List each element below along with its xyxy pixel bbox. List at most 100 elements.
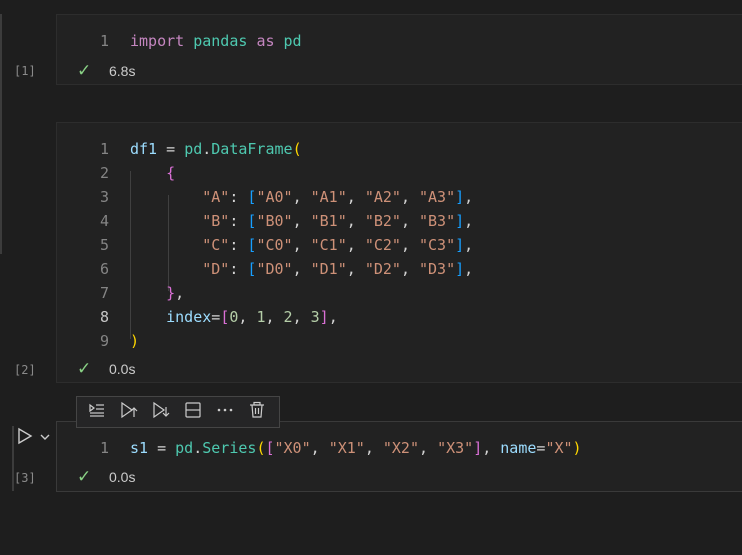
run-above-icon bbox=[120, 401, 138, 423]
code-line[interactable]: 3 "A": ["A0", "A1", "A2", "A3"], bbox=[57, 185, 742, 209]
code-token: 3 bbox=[310, 308, 320, 326]
code-token: 2 bbox=[283, 308, 293, 326]
code-line[interactable]: 4 "B": ["B0", "B1", "B2", "B3"], bbox=[57, 209, 742, 233]
code-token: : bbox=[229, 212, 248, 230]
execution-count: [3] bbox=[14, 471, 36, 485]
code-token: [ bbox=[220, 308, 230, 326]
line-number: 5 bbox=[99, 236, 109, 254]
code-token: , bbox=[346, 188, 365, 206]
line-number: 7 bbox=[99, 284, 109, 302]
code-cell-3[interactable]: 1 s1 = pd.Series(["X0", "X1", "X2", "X3"]… bbox=[56, 421, 742, 492]
code-text: "B": ["B0", "B1", "B2", "B3"], bbox=[130, 209, 473, 233]
code-token: ) bbox=[572, 439, 582, 457]
code-token: , bbox=[400, 188, 419, 206]
run-cell-control[interactable] bbox=[16, 426, 56, 446]
code-token: ] bbox=[455, 188, 465, 206]
delete-cell-button[interactable] bbox=[243, 399, 271, 425]
code-token: "C3" bbox=[419, 236, 456, 254]
code-token: , bbox=[292, 236, 311, 254]
code-token: , bbox=[464, 188, 474, 206]
code-cell-1[interactable]: 1 import pandas as pd ✓ 6.8s bbox=[56, 14, 742, 85]
code-token: ) bbox=[130, 332, 140, 350]
code-token: "X0" bbox=[274, 439, 311, 457]
code-line[interactable]: 1 import pandas as pd bbox=[57, 29, 742, 53]
code-token: . bbox=[202, 140, 212, 158]
execution-time: 6.8s bbox=[109, 63, 136, 79]
run-below-button[interactable] bbox=[147, 399, 175, 425]
code-token: ] bbox=[455, 236, 465, 254]
code-token: pd bbox=[283, 32, 302, 50]
code-token: , bbox=[238, 308, 257, 326]
code-token: , bbox=[328, 308, 338, 326]
line-number: 2 bbox=[99, 164, 109, 182]
success-check-icon: ✓ bbox=[77, 467, 92, 487]
line-number: 6 bbox=[99, 260, 109, 278]
code-token: "D" bbox=[202, 260, 230, 278]
code-token: , bbox=[419, 439, 438, 457]
code-token: "C0" bbox=[256, 236, 293, 254]
code-token: , bbox=[292, 260, 311, 278]
code-line[interactable]: 9) bbox=[57, 329, 742, 353]
code-token: "X3" bbox=[437, 439, 474, 457]
code-text: df1 = pd.DataFrame( bbox=[130, 137, 302, 161]
code-token: "A3" bbox=[419, 188, 456, 206]
code-token: "A1" bbox=[310, 188, 347, 206]
code-token: "X2" bbox=[382, 439, 419, 457]
code-line[interactable]: 8 index=[0, 1, 2, 3], bbox=[57, 305, 742, 329]
execution-count: [1] bbox=[14, 64, 36, 78]
code-token: "X1" bbox=[328, 439, 365, 457]
code-token: "C" bbox=[202, 236, 230, 254]
line-number: 1 bbox=[99, 439, 109, 457]
code-token: ] bbox=[455, 212, 465, 230]
code-token: , bbox=[400, 236, 419, 254]
split-cell-button[interactable] bbox=[179, 399, 207, 425]
execute-above-button[interactable] bbox=[83, 399, 111, 425]
code-line[interactable]: 1 s1 = pd.Series(["X0", "X1", "X2", "X3"]… bbox=[57, 436, 742, 460]
code-text: index=[0, 1, 2, 3], bbox=[130, 305, 338, 329]
execute-above-icon bbox=[88, 401, 106, 423]
code-token: , bbox=[292, 188, 311, 206]
run-cell-icon[interactable] bbox=[16, 427, 34, 445]
code-text: s1 = pd.Series(["X0", "X1", "X2", "X3"],… bbox=[130, 436, 582, 460]
code-token: , bbox=[265, 308, 284, 326]
code-line[interactable]: 7 }, bbox=[57, 281, 742, 305]
code-token: as bbox=[256, 32, 275, 50]
code-token: = bbox=[157, 140, 185, 158]
code-token: df1 bbox=[130, 140, 158, 158]
more-actions-button[interactable] bbox=[211, 399, 239, 425]
code-token: , bbox=[464, 212, 474, 230]
line-number: 1 bbox=[99, 32, 109, 50]
code-token: : bbox=[229, 188, 248, 206]
code-token: , bbox=[464, 236, 474, 254]
code-token: "D1" bbox=[310, 260, 347, 278]
code-line[interactable]: 1 df1 = pd.DataFrame( bbox=[57, 137, 742, 161]
code-token: . bbox=[193, 439, 203, 457]
code-token: , bbox=[364, 439, 383, 457]
code-token: "C2" bbox=[364, 236, 401, 254]
split-cell-icon bbox=[184, 401, 202, 423]
chevron-down-icon[interactable] bbox=[38, 429, 52, 443]
code-token: [ bbox=[265, 439, 275, 457]
code-line[interactable]: 5 "C": ["C0", "C1", "C2", "C3"], bbox=[57, 233, 742, 257]
code-token: , bbox=[175, 284, 185, 302]
code-token: name bbox=[500, 439, 537, 457]
code-cell-2[interactable]: 1 df1 = pd.DataFrame(2 {3 "A": ["A0", "A1… bbox=[56, 122, 742, 383]
code-token: "B2" bbox=[364, 212, 401, 230]
cell-gutter-bar bbox=[0, 14, 2, 254]
execution-time: 0.0s bbox=[109, 469, 136, 485]
code-line[interactable]: 2 { bbox=[57, 161, 742, 185]
line-number: 3 bbox=[99, 188, 109, 206]
execution-count: [2] bbox=[14, 363, 36, 377]
code-line[interactable]: 6 "D": ["D0", "D1", "D2", "D3"], bbox=[57, 257, 742, 281]
code-token: "D0" bbox=[256, 260, 293, 278]
code-token: Series bbox=[202, 439, 257, 457]
run-above-button[interactable] bbox=[115, 399, 143, 425]
code-token: , bbox=[400, 260, 419, 278]
code-token: , bbox=[464, 260, 474, 278]
code-token: DataFrame bbox=[211, 140, 293, 158]
